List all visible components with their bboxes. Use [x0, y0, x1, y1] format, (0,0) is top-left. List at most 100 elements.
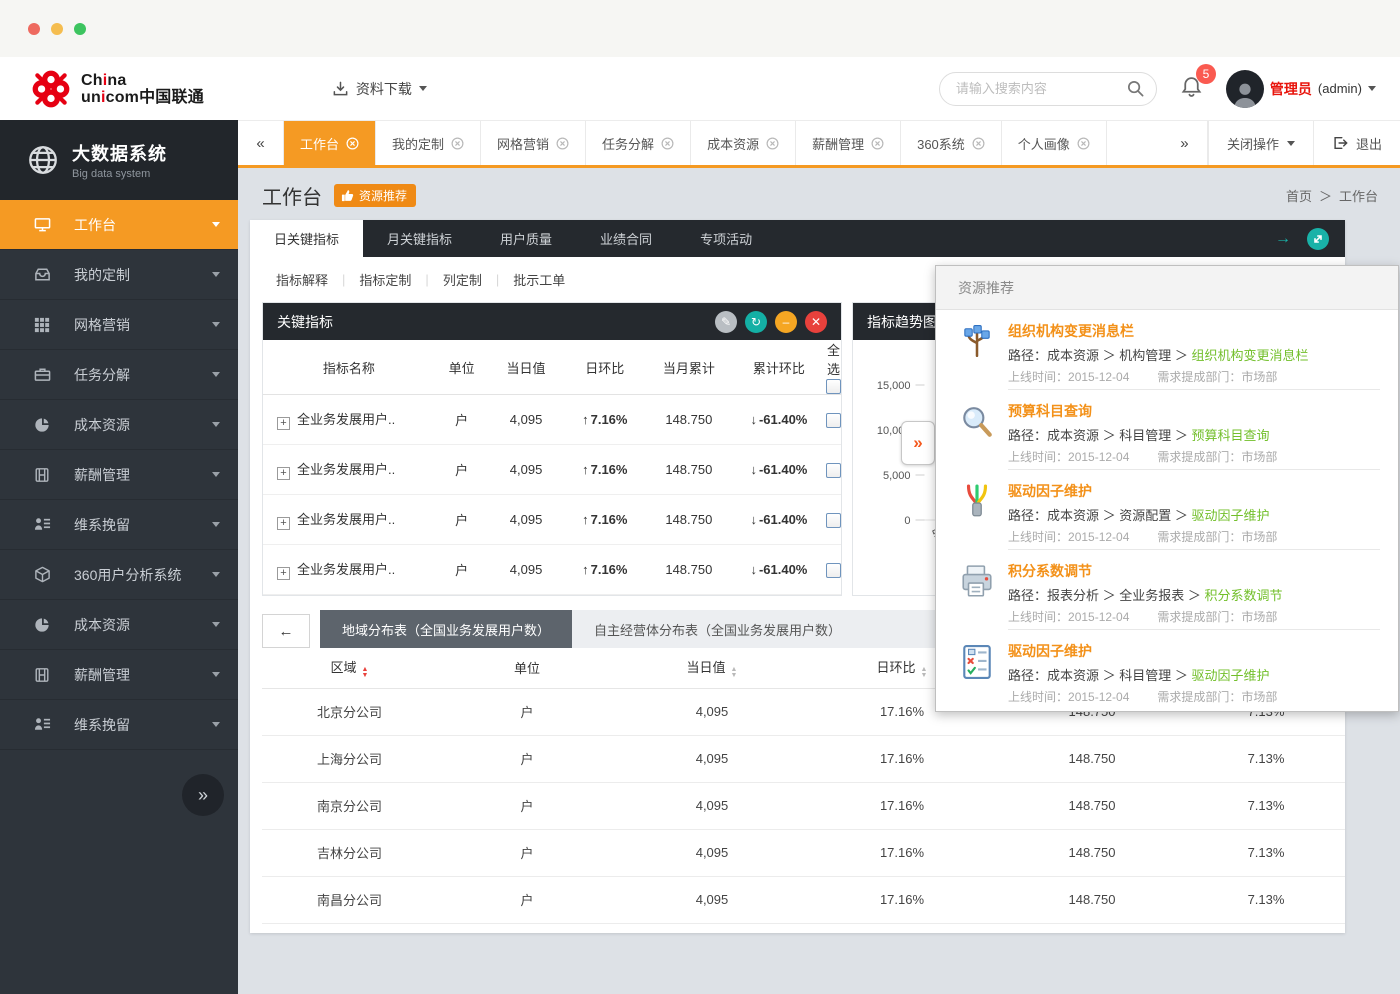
- arrow-left-icon: ←: [279, 623, 294, 640]
- download-menu[interactable]: 资料下载: [332, 79, 427, 99]
- search-icon[interactable]: [1126, 79, 1145, 98]
- tab-user-quality[interactable]: 用户质量: [476, 220, 576, 257]
- sidebar-item-retention[interactable]: 维系挽留: [0, 500, 238, 550]
- row-checkbox[interactable]: [826, 413, 841, 428]
- svg-text:5,000: 5,000: [883, 470, 911, 482]
- row-checkbox[interactable]: [826, 463, 841, 478]
- magnifier-icon: [960, 401, 996, 470]
- column-region[interactable]: 区域▲▼: [262, 648, 437, 688]
- globe-icon: [26, 143, 60, 177]
- window-minimize-button[interactable]: [51, 23, 63, 35]
- tab-daily-kpi[interactable]: 日关键指标: [250, 220, 363, 257]
- close-icon[interactable]: [972, 137, 985, 150]
- breadcrumb-home[interactable]: 首页: [1286, 186, 1312, 205]
- row-checkbox[interactable]: [826, 513, 841, 528]
- tabs-scroll-left-button[interactable]: «: [238, 121, 284, 165]
- close-icon[interactable]: [451, 137, 464, 150]
- chevron-down-icon: [212, 372, 220, 377]
- row-checkbox[interactable]: [826, 563, 841, 578]
- sidebar-item-retention-2[interactable]: 维系挽留: [0, 700, 238, 750]
- tab-my-custom[interactable]: 我的定制: [376, 121, 481, 165]
- tab-salary[interactable]: 薪酬管理: [796, 121, 901, 165]
- close-icon[interactable]: ✕: [805, 311, 827, 333]
- link-indicator-explain[interactable]: 指标解释: [276, 270, 342, 289]
- resource-link[interactable]: 积分系数调节: [1204, 588, 1282, 603]
- refresh-icon[interactable]: ↻: [745, 311, 767, 333]
- expand-row-icon[interactable]: +: [277, 417, 290, 430]
- expand-row-icon[interactable]: +: [277, 467, 290, 480]
- tab-grid-marketing[interactable]: 网格营销: [481, 121, 586, 165]
- link-column-custom[interactable]: 列定制: [429, 270, 496, 289]
- list-item[interactable]: 驱动因子维护 路径：成本资源 ＞ 资源配置 ＞ 驱动因子维护 上线时间：2015…: [936, 470, 1398, 550]
- window-close-button[interactable]: [28, 23, 40, 35]
- tab-special-activity[interactable]: 专项活动: [676, 220, 776, 257]
- sidebar-item-salary-2[interactable]: 薪酬管理: [0, 650, 238, 700]
- resource-link[interactable]: 预算科目查询: [1191, 428, 1269, 443]
- resource-recommend-panel: 资源推荐 组织机构变更消息栏 路径：成本资源 ＞ 机构管理 ＞ 组织机构变更消息…: [935, 265, 1399, 712]
- list-item[interactable]: 组织机构变更消息栏 路径：成本资源 ＞ 机构管理 ＞ 组织机构变更消息栏 上线时…: [936, 310, 1398, 390]
- close-icon[interactable]: [1077, 137, 1090, 150]
- tab-task-breakdown[interactable]: 任务分解: [586, 121, 691, 165]
- list-item[interactable]: 积分系数调节 路径：报表分析 ＞ 全业务报表 ＞ 积分系数调节 上线时间：201…: [936, 550, 1398, 630]
- edit-icon[interactable]: ✎: [715, 311, 737, 333]
- table-row: +全业务发展用户.. 户 4,095 ↑7.16% 148.750 ↓-61.4…: [263, 545, 841, 595]
- close-icon[interactable]: [346, 137, 359, 150]
- resource-recommend-badge[interactable]: 资源推荐: [334, 184, 416, 207]
- sidebar-item-my-custom[interactable]: 我的定制: [0, 250, 238, 300]
- resource-link[interactable]: 组织机构变更消息栏: [1191, 348, 1308, 363]
- window-zoom-button[interactable]: [74, 23, 86, 35]
- chevron-down-icon: [212, 522, 220, 527]
- tab-cost-resource[interactable]: 成本资源: [691, 121, 796, 165]
- notifications-button[interactable]: 5: [1179, 74, 1204, 104]
- resource-link[interactable]: 驱动因子维护: [1191, 508, 1269, 523]
- column-daily[interactable]: 当日值▲▼: [617, 648, 807, 688]
- list-item[interactable]: 驱动因子维护 路径：成本资源 ＞ 科目管理 ＞ 驱动因子维护 上线时间：2015…: [936, 630, 1398, 710]
- sidebar-item-workbench[interactable]: 工作台: [0, 200, 238, 250]
- user-menu[interactable]: 管理员 (admin): [1226, 70, 1376, 108]
- sidebar-item-cost-resource-2[interactable]: 成本资源: [0, 600, 238, 650]
- tab-performance-contract[interactable]: 业绩合同: [576, 220, 676, 257]
- link-indicator-custom[interactable]: 指标定制: [345, 270, 425, 289]
- recommend-drawer-toggle[interactable]: »: [901, 421, 935, 465]
- close-operations-menu[interactable]: 关闭操作: [1208, 121, 1313, 165]
- expand-row-icon[interactable]: +: [277, 567, 290, 580]
- minimize-icon[interactable]: –: [775, 311, 797, 333]
- table-row: 上海分公司户4,095 17.16%148.7507.13%: [262, 735, 1345, 782]
- close-icon[interactable]: [661, 137, 674, 150]
- expand-row-icon[interactable]: +: [277, 517, 290, 530]
- double-chevron-right-icon: »: [913, 433, 922, 453]
- close-icon[interactable]: [766, 137, 779, 150]
- close-icon[interactable]: [871, 137, 884, 150]
- tab-workbench[interactable]: 工作台: [284, 121, 376, 165]
- arrow-right-icon[interactable]: →: [1275, 230, 1291, 248]
- fullscreen-toggle-icon[interactable]: [1307, 228, 1329, 250]
- sidebar-item-grid-marketing[interactable]: 网格营销: [0, 300, 238, 350]
- logout-button[interactable]: 退出: [1313, 121, 1400, 165]
- sidebar-item-salary[interactable]: 薪酬管理: [0, 450, 238, 500]
- breadcrumb-separator: ＞: [1319, 186, 1332, 205]
- select-all-checkbox[interactable]: [826, 379, 841, 394]
- key-indicators-table: 指标名称 单位 当日值 日环比 当月累计 累计环比 全选: [263, 340, 841, 595]
- sidebar-item-task-breakdown[interactable]: 任务分解: [0, 350, 238, 400]
- tab-360-system[interactable]: 360系统: [901, 121, 1002, 165]
- sidebar: 大数据系统 Big data system 工作台 我的定制 网格营销 任务分解: [0, 120, 238, 994]
- tabs-scroll-right-button[interactable]: »: [1162, 121, 1208, 165]
- wires-icon: [960, 481, 996, 550]
- tab-monthly-kpi[interactable]: 月关键指标: [363, 220, 476, 257]
- link-instruction-ticket[interactable]: 批示工单: [499, 270, 579, 289]
- search-box: [939, 72, 1157, 106]
- chevron-down-icon: [212, 422, 220, 427]
- search-input[interactable]: [939, 72, 1157, 106]
- brand-subtitle: Big data system: [72, 168, 167, 180]
- sidebar-item-360-analysis[interactable]: 360用户分析系统: [0, 550, 238, 600]
- tab-region-distribution[interactable]: 地域分布表（全国业务发展用户数）: [320, 610, 572, 648]
- close-icon[interactable]: [556, 137, 569, 150]
- sidebar-item-cost-resource[interactable]: 成本资源: [0, 400, 238, 450]
- sidebar-collapse-button[interactable]: »: [182, 774, 224, 816]
- double-chevron-left-icon: «: [256, 135, 264, 152]
- list-item[interactable]: 预算科目查询 路径：成本资源 ＞ 科目管理 ＞ 预算科目查询 上线时间：2015…: [936, 390, 1398, 470]
- scroll-left-button[interactable]: ←: [262, 614, 310, 648]
- resource-link[interactable]: 驱动因子维护: [1191, 668, 1269, 683]
- tab-business-unit-distribution[interactable]: 自主经营体分布表（全国业务发展用户数）: [572, 610, 863, 648]
- tab-personal-profile[interactable]: 个人画像: [1002, 121, 1107, 165]
